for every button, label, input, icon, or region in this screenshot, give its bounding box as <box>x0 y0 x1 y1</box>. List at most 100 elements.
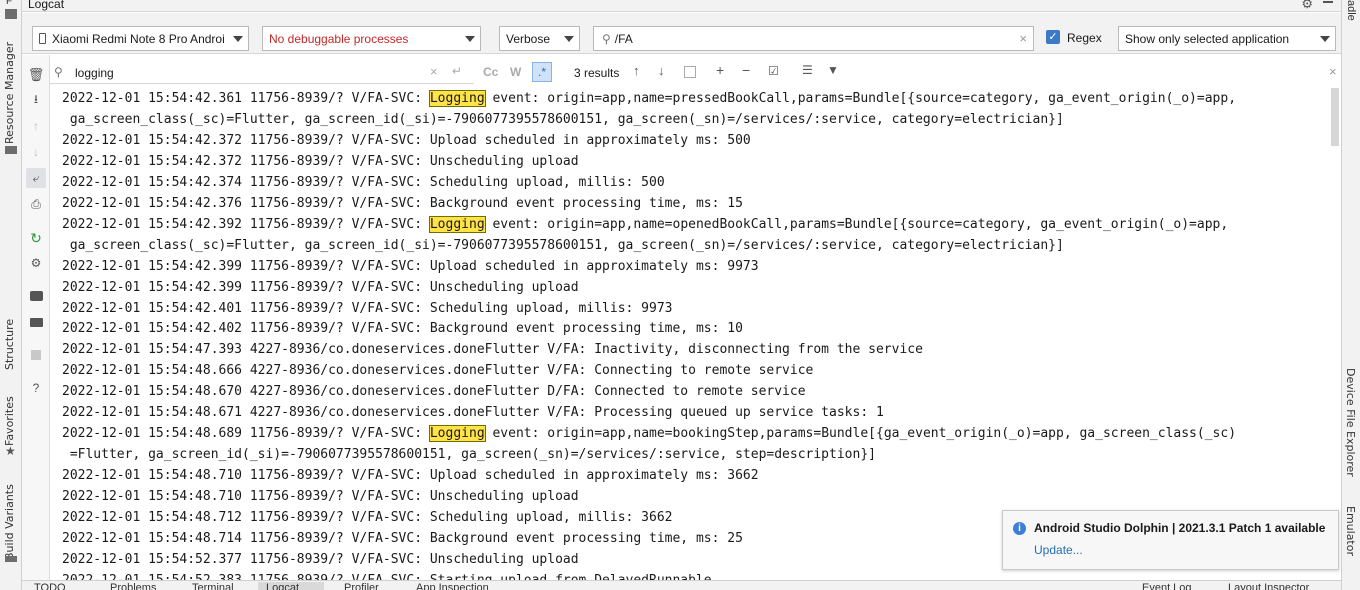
log-line: =Flutter, ga_screen_id(_si)=-79060773955… <box>62 444 876 465</box>
stop-icon <box>31 350 41 360</box>
regex-toggle-button[interactable]: .* <box>532 62 552 82</box>
log-line: 2022-12-01 15:54:42.392 11756-8939/? V/F… <box>62 214 1228 235</box>
phone-icon <box>39 33 46 44</box>
logcat-search-input[interactable]: ⚲/FA × <box>593 26 1034 51</box>
find-input[interactable]: ⚲ logging × ↵ <box>50 62 474 84</box>
tab-device-file-explorer[interactable]: Device File Explorer <box>1344 368 1357 477</box>
match-case-button[interactable]: Cc <box>483 65 498 79</box>
clear-logcat-button[interactable]: 🗑 <box>26 65 46 85</box>
log-line-text: 2022-12-01 15:54:42.392 11756-8939/? V/F… <box>62 216 430 232</box>
scope-dropdown[interactable]: Show only selected application <box>1118 26 1336 51</box>
tab-problems[interactable]: Problems <box>110 582 156 590</box>
log-line-text: 2022-12-01 15:54:42.361 11756-8939/? V/F… <box>62 91 430 106</box>
find-history-icon[interactable]: ↵ <box>452 64 462 78</box>
tab-event-log[interactable]: Event Log <box>1142 582 1192 590</box>
tab-profiler[interactable]: Profiler <box>344 582 379 590</box>
select-all-occurrences-icon[interactable]: ☑ <box>768 64 779 78</box>
chevron-down-icon <box>465 36 475 42</box>
log-line-text-rest: event: origin=app,name=pressedBookCall,p… <box>484 91 1237 106</box>
logcat-search-value: /FA <box>614 32 633 46</box>
log-level-dropdown[interactable]: Verbose <box>499 26 580 51</box>
log-line-text-rest: event: origin=app,name=openedBookCall,pa… <box>484 216 1229 232</box>
add-occurrence-icon[interactable]: + <box>716 62 724 78</box>
search-match-highlight: Logging <box>428 215 486 233</box>
scroll-end-icon: ⭳ <box>33 91 39 106</box>
screenshot-button[interactable] <box>26 286 46 306</box>
up-arrow-button[interactable]: ↑ <box>26 116 46 136</box>
scroll-to-end-button[interactable]: ⭳ <box>26 90 46 110</box>
log-line: 2022-12-01 15:54:42.399 11756-8939/? V/F… <box>62 256 759 277</box>
log-line-text: 2022-12-01 15:54:48.714 11756-8939/? V/F… <box>62 530 743 546</box>
tab-terminal[interactable]: Terminal <box>192 582 234 590</box>
next-occurrence-icon[interactable]: ↓ <box>658 63 665 78</box>
settings-gear-icon[interactable]: ⚙ <box>1301 0 1313 12</box>
log-line-text: 2022-12-01 15:54:42.374 11756-8939/? V/F… <box>62 174 665 190</box>
up-arrow-icon: ↑ <box>33 119 39 133</box>
close-find-icon[interactable]: × <box>1329 64 1337 79</box>
stop-button[interactable] <box>26 345 46 365</box>
log-line: 2022-12-01 15:54:48.712 11756-8939/? V/F… <box>62 507 672 528</box>
help-button[interactable]: ? <box>26 378 46 398</box>
tab-favorites[interactable]: Favorites <box>3 396 16 446</box>
down-arrow-button[interactable]: ↓ <box>26 142 46 162</box>
remove-occurrence-icon[interactable]: − <box>742 62 750 78</box>
device-label: Xiaomi Redmi Note 8 Pro Androi <box>52 32 225 46</box>
log-line-text: 2022-12-01 15:54:42.399 11756-8939/? V/F… <box>62 279 579 295</box>
tab-emulator[interactable]: Emulator <box>1344 506 1357 556</box>
update-notification: i Android Studio Dolphin | 2021.3.1 Patc… <box>1002 510 1339 570</box>
log-line-text: ga_screen_class(_sc)=Flutter, ga_screen_… <box>62 111 1064 127</box>
find-bar: ⚲ logging × ↵ Cc W .* 3 results ↑ ↓ + − … <box>50 62 1341 86</box>
device-dropdown[interactable]: Xiaomi Redmi Note 8 Pro Androi <box>32 26 249 51</box>
title-bar: Logcat ⚙ <box>22 0 1341 12</box>
find-results-count: 3 results <box>574 66 620 80</box>
process-dropdown[interactable]: No debuggable processes <box>262 26 481 51</box>
tab-app-inspection[interactable]: App Inspection <box>416 582 489 590</box>
regex-label: Regex <box>1067 31 1102 45</box>
tab-todo[interactable]: TODO <box>34 582 66 590</box>
tab-resource-manager[interactable]: Resource Manager <box>3 42 16 144</box>
soft-wrap-button[interactable]: ⤶ <box>26 168 46 188</box>
clear-search-icon[interactable]: × <box>1019 31 1027 46</box>
log-line-text: 2022-12-01 15:54:48.670 4227-8936/co.don… <box>62 384 806 400</box>
filter-icon[interactable]: ▼ <box>827 63 839 77</box>
whole-words-button[interactable]: W <box>510 65 521 79</box>
log-scrollbar[interactable] <box>1331 88 1339 146</box>
log-line: 2022-12-01 15:54:48.714 11756-8939/? V/F… <box>62 528 743 549</box>
chevron-down-icon <box>564 36 574 42</box>
log-line: 2022-12-01 15:54:42.399 11756-8939/? V/F… <box>62 277 579 298</box>
chevron-down-icon <box>1320 36 1330 42</box>
structure-icon <box>5 146 17 154</box>
screen-record-button[interactable] <box>26 312 46 332</box>
find-value: logging <box>75 66 114 80</box>
process-label: No debuggable processes <box>269 32 409 46</box>
log-line-text: 2022-12-01 15:54:48.671 4227-8936/co.don… <box>62 405 884 421</box>
log-line-text: 2022-12-01 15:54:42.372 11756-8939/? V/F… <box>62 153 579 169</box>
print-button[interactable]: ⎙ <box>26 194 46 214</box>
clear-find-icon[interactable]: × <box>430 64 438 79</box>
update-link[interactable]: Update... <box>1034 543 1083 557</box>
settings-button[interactable]: ⚙ <box>26 253 46 273</box>
tab-structure[interactable]: Structure <box>3 310 16 370</box>
log-line-text: =Flutter, ga_screen_id(_si)=-79060773955… <box>62 447 876 463</box>
filter-view-icon[interactable] <box>684 66 696 78</box>
options-icon[interactable]: ☰ <box>802 63 813 77</box>
regex-checkbox[interactable]: ✓ <box>1046 30 1060 44</box>
search-icon: ⚲ <box>602 32 611 46</box>
tab-logcat[interactable]: Logcat <box>258 582 324 590</box>
previous-occurrence-icon[interactable]: ↑ <box>633 63 640 78</box>
minimize-icon[interactable] <box>1323 1 1333 3</box>
tab-build-variants[interactable]: Build Variants <box>3 480 16 560</box>
restart-button[interactable]: ↻ <box>26 228 46 248</box>
find-search-icon: ⚲ <box>54 65 63 79</box>
folder-icon <box>5 9 17 19</box>
wrap-icon: ⤶ <box>32 170 40 185</box>
log-line-text: 2022-12-01 15:54:42.401 11756-8939/? V/F… <box>62 300 673 316</box>
tab-layout-inspector[interactable]: Layout Inspector <box>1228 582 1309 590</box>
log-line-text: 2022-12-01 15:54:48.712 11756-8939/? V/F… <box>62 510 673 525</box>
log-line: 2022-12-01 15:54:48.710 11756-8939/? V/F… <box>62 486 579 507</box>
window-title: Logcat <box>28 0 65 11</box>
trash-icon: 🗑 <box>27 67 45 82</box>
help-icon: ? <box>32 381 40 395</box>
video-icon <box>29 317 43 327</box>
filter-toolbar: Xiaomi Redmi Note 8 Pro Androi No debugg… <box>22 13 1341 54</box>
